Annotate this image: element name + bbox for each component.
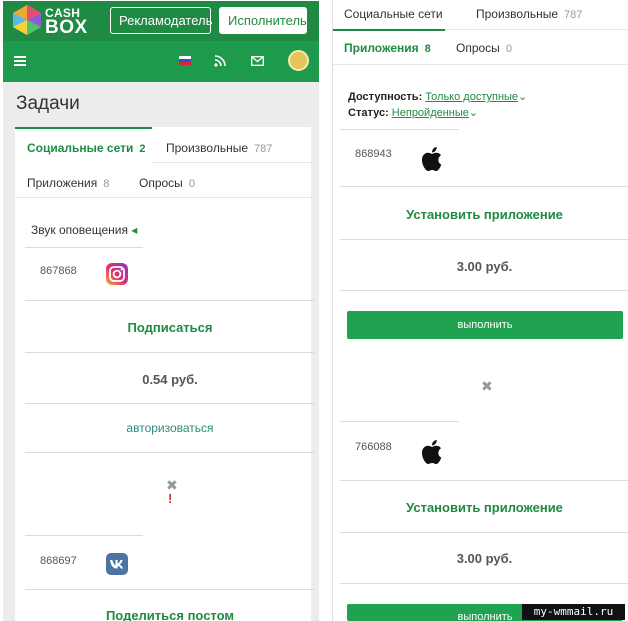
- chevron-down-icon: ⌄: [468, 107, 479, 119]
- tab-custom[interactable]: Произвольные 787: [166, 141, 272, 155]
- task-price: 3.00 руб.: [456, 551, 513, 566]
- task-id: 766088: [355, 441, 392, 453]
- divider: [340, 480, 628, 481]
- chevron-down-icon: ⌄: [518, 91, 528, 103]
- tab-count: 0: [188, 178, 195, 190]
- status-value[interactable]: Непройденные: [392, 107, 469, 119]
- mail-icon[interactable]: [251, 56, 264, 66]
- divider: [340, 290, 628, 291]
- notify-sound-label: Звук оповещения: [31, 223, 128, 237]
- status-filter[interactable]: Статус: Непройденные⌄: [348, 106, 478, 119]
- logo-text-box: BOX: [45, 17, 88, 38]
- tab-label: Приложения: [344, 41, 419, 55]
- sound-arrow-icon: ◂: [131, 223, 138, 237]
- active-tab-underline: [333, 29, 445, 31]
- warning-icon: !: [168, 491, 173, 506]
- divider: [25, 535, 143, 536]
- flag-ru-icon[interactable]: [179, 56, 191, 65]
- install-app-action[interactable]: Установить приложение: [340, 207, 628, 222]
- task-id: 868943: [355, 148, 392, 160]
- tab-label: Опросы: [456, 41, 500, 55]
- tab-social-networks[interactable]: Социальные сети: [344, 7, 443, 21]
- instagram-icon[interactable]: [106, 263, 128, 285]
- subscribe-action[interactable]: Подписаться: [25, 320, 315, 335]
- availability-value[interactable]: Только доступные: [425, 91, 518, 103]
- logo[interactable]: CASH BOX: [13, 5, 93, 38]
- tab-label: Социальные сети: [27, 141, 134, 155]
- tab-count: 8: [103, 178, 110, 190]
- tab-count: 8: [424, 43, 431, 55]
- tab-count: 787: [254, 143, 273, 155]
- tab-apps[interactable]: Приложения 8: [27, 176, 109, 190]
- task-price: 0.54 руб.: [142, 372, 198, 387]
- divider: [25, 352, 315, 353]
- divider: [25, 247, 143, 248]
- vk-icon[interactable]: [106, 553, 128, 575]
- active-tab-underline: [15, 127, 152, 129]
- notify-sound-toggle[interactable]: Звук оповещения ◂: [31, 223, 137, 237]
- tasks-card: Социальные сети 2 Произвольные 787 Приложе…: [15, 127, 315, 621]
- left-panel: CASH BOX Рекламодатель Исполнитель Задач…: [3, 1, 319, 621]
- tab-social-networks[interactable]: Социальные сети 2: [27, 141, 146, 155]
- tab-polls[interactable]: Опросы 0: [139, 176, 195, 190]
- divider: [340, 421, 459, 422]
- menu-icon[interactable]: [14, 56, 26, 66]
- tabs-divider: [152, 162, 311, 163]
- divider: [25, 452, 315, 453]
- availability-label: Доступность:: [348, 91, 423, 103]
- divider: [25, 403, 315, 404]
- cashbox-logo-icon: [13, 5, 41, 35]
- tab-polls[interactable]: Опросы 0: [456, 41, 512, 55]
- tab-label: Приложения: [27, 176, 98, 190]
- share-post-action[interactable]: Поделиться постом: [25, 608, 315, 621]
- tabs-divider: [333, 64, 628, 65]
- top-bar: CASH BOX Рекламодатель Исполнитель: [3, 1, 319, 41]
- divider: [340, 583, 628, 584]
- divider: [340, 129, 459, 130]
- availability-filter[interactable]: Доступность: Только доступные⌄: [348, 90, 527, 103]
- tab-label: Опросы: [139, 176, 183, 190]
- right-panel: Социальные сети Произвольные 787 Приложен…: [332, 0, 628, 621]
- tab-apps[interactable]: Приложения 8: [344, 41, 431, 55]
- authorize-link[interactable]: авторизоваться: [25, 421, 315, 435]
- divider: [340, 239, 628, 240]
- tab-count: 2: [139, 143, 146, 155]
- tab-custom[interactable]: Произвольные 787: [476, 7, 582, 21]
- task-price: 3.00 руб.: [456, 259, 513, 274]
- status-label: Статус:: [348, 107, 389, 119]
- close-icon[interactable]: ✖: [481, 378, 493, 395]
- tab-count: 0: [505, 43, 512, 55]
- sub-bar: [3, 41, 319, 82]
- tab-label: Произвольные: [166, 141, 249, 155]
- tab-label: Произвольные: [476, 7, 559, 21]
- divider: [340, 186, 628, 187]
- apple-icon[interactable]: [421, 146, 442, 172]
- watermark: my-wmmail.ru: [522, 604, 625, 620]
- tab-label: Социальные сети: [344, 7, 443, 21]
- advertiser-button[interactable]: Рекламодатель: [110, 7, 212, 34]
- page-title: Задачи: [16, 93, 80, 114]
- executor-button[interactable]: Исполнитель: [219, 7, 307, 34]
- tab-count: 787: [564, 9, 583, 21]
- task-id: 868697: [40, 555, 77, 567]
- apple-icon[interactable]: [421, 439, 442, 465]
- rss-icon[interactable]: [214, 55, 226, 67]
- execute-button[interactable]: выполнить: [347, 311, 623, 339]
- install-app-action[interactable]: Установить приложение: [340, 500, 628, 515]
- tabs-divider: [15, 197, 311, 198]
- task-id: 867868: [40, 265, 77, 277]
- avatar[interactable]: [288, 50, 309, 71]
- divider: [25, 589, 315, 590]
- divider: [25, 300, 315, 301]
- divider: [340, 532, 628, 533]
